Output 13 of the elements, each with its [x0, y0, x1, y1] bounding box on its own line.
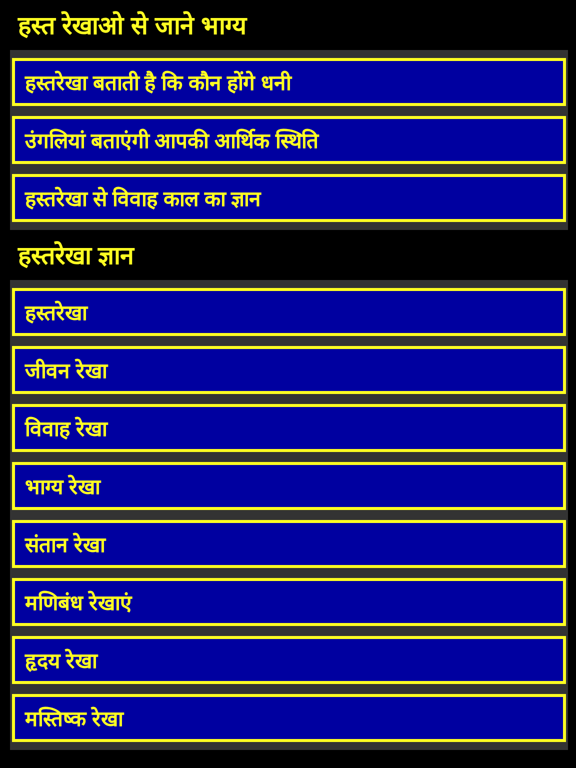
list-item[interactable]: उंगलियां बताएंगी आपकी आर्थिक स्थिति — [12, 116, 566, 164]
section-title: हस्तरेखा ज्ञान — [16, 240, 136, 272]
list-item[interactable]: संतान रेखा — [12, 520, 566, 568]
list-item[interactable]: मस्तिष्क रेखा — [12, 694, 566, 742]
section-title: हस्त रेखाओ से जाने भाग्य — [16, 10, 248, 42]
list-item[interactable]: हृदय रेखा — [12, 636, 566, 684]
list-item[interactable]: मणिबंध रेखाएं — [12, 578, 566, 626]
list-item[interactable]: हस्तरेखा बताती है कि कौन होंगे धनी — [12, 58, 566, 106]
list-item[interactable]: जीवन रेखा — [12, 346, 566, 394]
list-item[interactable]: विवाह रेखा — [12, 404, 566, 452]
list-item[interactable]: हस्तरेखा से विवाह काल का ज्ञान — [12, 174, 566, 222]
list-item[interactable]: हस्तरेखा — [12, 288, 566, 336]
list-item[interactable]: भाग्य रेखा — [12, 462, 566, 510]
